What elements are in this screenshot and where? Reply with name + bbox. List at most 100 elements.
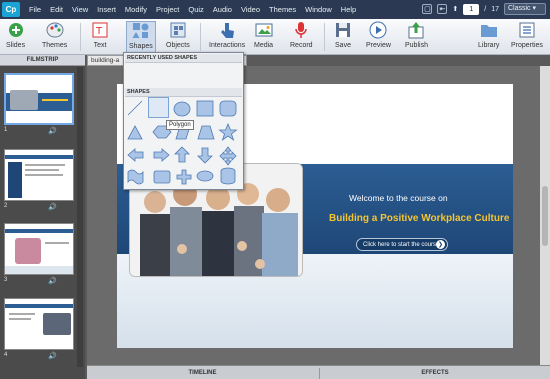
slide-thumbnail[interactable] [4,149,74,201]
menu-audio[interactable]: Audio [213,5,232,14]
slides-label: Slides [6,42,26,49]
record-button[interactable]: Record [290,21,313,53]
current-slide-input[interactable]: 1 [463,3,480,15]
microphone-icon [292,21,310,39]
slide-thumbnail[interactable] [4,73,74,125]
menu-themes[interactable]: Themes [269,5,296,14]
recent-shapes-header: RECENTLY USED SHAPES [125,54,242,63]
menu-insert[interactable]: Insert [97,5,116,14]
tab-timeline[interactable]: TIMELINE [87,368,318,379]
themes-label: Themes [42,42,68,49]
rectangle-shape[interactable] [195,98,214,117]
filmstrip-slide-2[interactable]: 2 🔊 [4,149,74,211]
slide-separator: / [484,5,487,13]
up-arrow-shape[interactable] [172,146,191,165]
bottom-panel-tabs: TIMELINE EFFECTS [87,365,550,379]
trapezoid-shape[interactable] [195,123,214,142]
slide-thumbnail[interactable] [4,223,74,275]
slide-navigation: ▢ ⇤ ⬆ 1 / 17 Classic ▾ [422,3,546,15]
filmstrip-slide-4[interactable]: 4 🔊 [4,298,74,360]
properties-icon [518,21,536,39]
media-button[interactable]: Media [254,21,273,53]
library-button[interactable]: Library [478,21,499,53]
speaker-icon: 🔊 [48,204,57,211]
stage-scrollbar[interactable] [540,66,550,365]
polygon-shape[interactable] [148,97,169,118]
palette-icon [46,21,64,39]
menu-edit[interactable]: Edit [50,5,63,14]
welcome-text: Welcome to the course on [349,193,448,203]
menu-file[interactable]: File [29,5,41,14]
slide-number: 1 [4,127,8,133]
text-button[interactable]: T Text [91,21,109,53]
toolbar-divider [324,23,325,51]
filmstrip-panel: FILMSTRIP 1 🔊 2 🔊 3 🔊 4 🔊 [0,55,85,379]
filmstrip-slide-3[interactable]: 3 🔊 [4,223,74,285]
callout-shape[interactable] [195,168,214,187]
speaker-icon: 🔊 [48,128,57,135]
start-course-button[interactable]: Click here to start the course ❯ [356,238,448,251]
previous-slide-icon[interactable]: ⇤ [437,4,448,14]
wave-shape[interactable] [126,168,145,187]
shapes-button[interactable]: Shapes [126,21,156,53]
save-label: Save [335,42,351,49]
publish-button[interactable]: Publish [405,21,428,53]
triangle-shape[interactable] [126,123,145,142]
preview-button[interactable]: Preview [366,21,391,53]
down-arrow-shape[interactable] [195,146,214,165]
scroll-shape[interactable] [149,168,168,187]
filmstrip-slide-1[interactable]: 1 🔊 [4,73,74,135]
menu-video[interactable]: Video [241,5,260,14]
arrow-right-icon: ❯ [436,240,445,249]
line-shape[interactable] [126,98,145,117]
preview-label: Preview [366,42,391,49]
objects-label: Objects [166,42,190,49]
menu-view[interactable]: View [72,5,88,14]
course-title: Building a Positive Workplace Culture [329,213,510,224]
save-button[interactable]: Save [334,21,352,53]
objects-icon [169,21,187,39]
text-icon: T [91,21,109,39]
rounded-rectangle-shape[interactable] [218,98,237,117]
cylinder-shape[interactable] [218,168,237,187]
right-arrow-shape[interactable] [149,146,168,165]
slides-button[interactable]: Slides [6,21,25,53]
cross-shape[interactable] [172,168,191,187]
filmstrip-scrollbar[interactable] [77,67,83,367]
menu-window[interactable]: Window [305,5,332,14]
star-shape[interactable] [218,123,237,142]
objects-button[interactable]: Objects [166,21,190,53]
play-icon [369,21,387,39]
left-arrow-shape[interactable] [126,146,145,165]
library-folder-icon [480,21,498,39]
shapes-label: Shapes [129,43,153,50]
tab-effects[interactable]: EFFECTS [319,368,550,379]
menu-help[interactable]: Help [341,5,356,14]
menu-bar: Cp File Edit View Insert Modify Project … [0,0,550,19]
app-logo: Cp [2,2,20,17]
menu-quiz[interactable]: Quiz [188,5,203,14]
up-icon[interactable]: ⬆ [452,5,458,13]
save-icon [334,21,352,39]
slide-number: 4 [4,352,8,358]
properties-label: Properties [511,42,543,49]
interactions-button[interactable]: Interactions [209,21,245,53]
menu-modify[interactable]: Modify [125,5,147,14]
text-label: Text [93,42,107,49]
themes-button[interactable]: Themes [42,21,67,53]
slide-number: 2 [4,203,8,209]
menu-project[interactable]: Project [156,5,179,14]
speaker-icon: 🔊 [48,278,57,285]
document-tab-label: building-a [91,57,120,64]
first-slide-icon[interactable]: ▢ [422,4,433,14]
scrollbar-thumb[interactable] [542,186,548,246]
publish-icon [407,21,425,39]
properties-button[interactable]: Properties [511,21,543,53]
start-course-label: Click here to start the course [363,241,440,248]
quad-arrow-shape[interactable] [218,146,237,165]
workspace-dropdown[interactable]: Classic ▾ [504,3,546,15]
polygon-tooltip: Polygon [166,120,194,130]
speaker-icon: 🔊 [48,353,57,360]
ellipse-shape[interactable] [172,98,191,117]
slide-thumbnail[interactable] [4,298,74,350]
